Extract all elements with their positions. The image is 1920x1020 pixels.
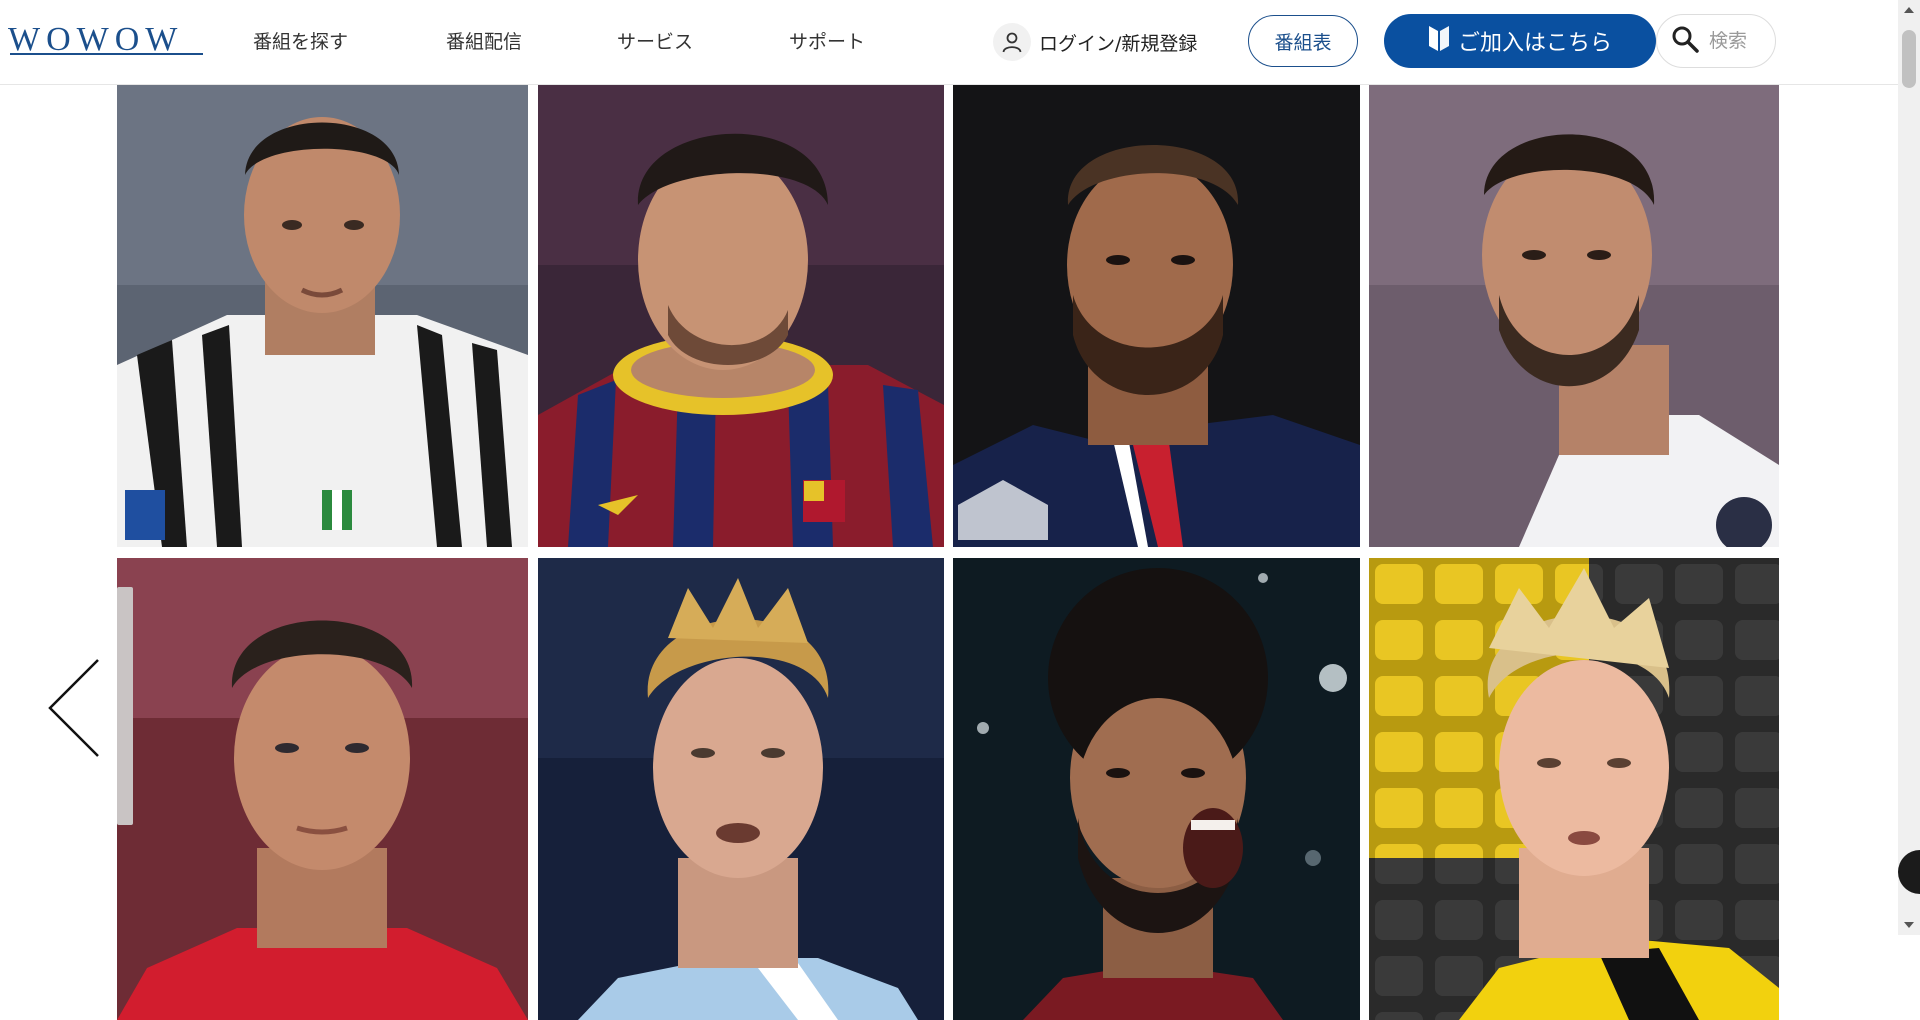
logo-underline xyxy=(10,53,203,55)
player-photo-5[interactable] xyxy=(117,558,528,1020)
search-box[interactable] xyxy=(1656,14,1776,68)
player-photo-1[interactable] xyxy=(117,85,528,547)
join-label: ご加入はこちら xyxy=(1457,31,1612,56)
search-icon xyxy=(1671,25,1699,57)
player-photo-2[interactable] xyxy=(538,85,944,547)
page-scrollbar[interactable] xyxy=(1898,0,1920,935)
player-photo-8[interactable] xyxy=(1369,558,1779,1020)
player-photo-3[interactable] xyxy=(953,85,1360,547)
search-input[interactable] xyxy=(1707,29,1769,53)
site-header: WOWOW 番組を探す 番組配信 サービス サポート ログイン/新規登録 番組表… xyxy=(0,0,1898,85)
chevron-left-icon xyxy=(48,659,99,757)
login-label: ログイン/新規登録 xyxy=(1039,32,1198,55)
schedule-button[interactable]: 番組表 xyxy=(1248,15,1358,67)
nav-support[interactable]: サポート xyxy=(789,26,865,58)
schedule-label: 番組表 xyxy=(1274,31,1332,54)
player-photo-4[interactable] xyxy=(1369,85,1779,547)
scroll-down-arrow[interactable] xyxy=(1898,915,1920,935)
scroll-up-arrow[interactable] xyxy=(1898,0,1920,20)
carousel-prev-strip xyxy=(117,587,133,825)
user-icon xyxy=(993,23,1031,61)
nav-streaming[interactable]: 番組配信 xyxy=(446,26,522,58)
carousel-prev-button[interactable] xyxy=(44,656,104,760)
nav-find-programs[interactable]: 番組を探す xyxy=(253,26,348,58)
scroll-thumb[interactable] xyxy=(1902,30,1916,88)
player-photo-grid xyxy=(0,85,1898,1020)
beginner-mark-icon xyxy=(1428,24,1450,58)
player-photo-6[interactable] xyxy=(538,558,944,1020)
player-photo-7[interactable] xyxy=(953,558,1360,1020)
login-link[interactable]: ログイン/新規登録 xyxy=(993,22,1197,62)
join-button[interactable]: ご加入はこちら xyxy=(1384,14,1656,68)
nav-service[interactable]: サービス xyxy=(617,26,693,58)
